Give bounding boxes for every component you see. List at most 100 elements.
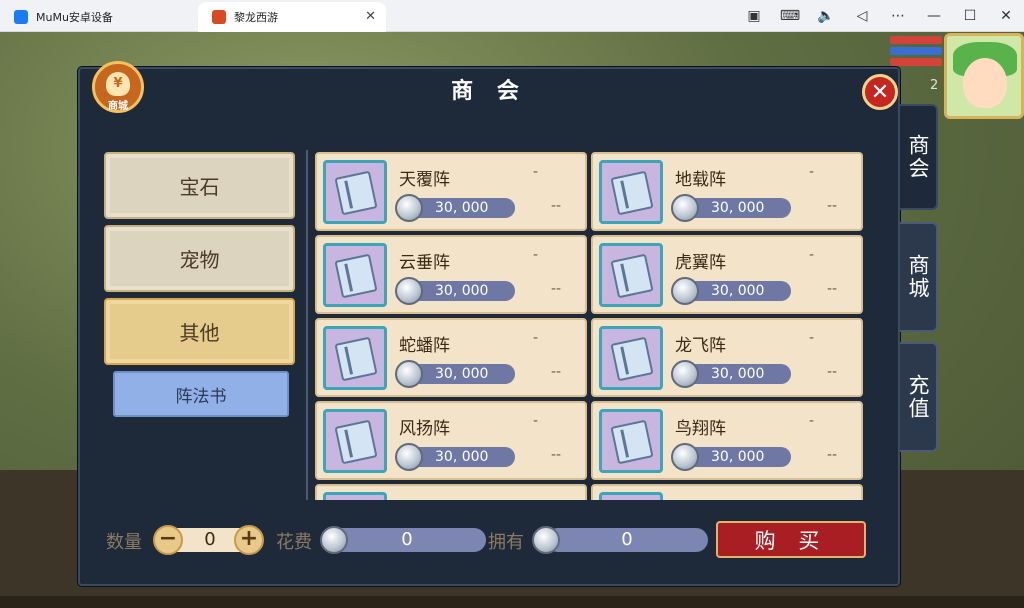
hp-bar bbox=[890, 36, 942, 44]
silver-coin-icon bbox=[320, 526, 348, 554]
more-icon[interactable]: ⋯ bbox=[880, 0, 916, 32]
buy-button[interactable]: 购 买 bbox=[716, 521, 866, 558]
game-icon bbox=[212, 10, 226, 24]
item-name: 风扬阵 bbox=[399, 419, 450, 439]
tab-label: MuMu安卓设备 bbox=[36, 11, 113, 24]
avatar-face bbox=[963, 58, 1007, 108]
close-icon[interactable]: ✕ bbox=[988, 0, 1024, 32]
tab-close-icon[interactable]: ✕ bbox=[365, 9, 376, 24]
item-name: 天覆阵 bbox=[399, 170, 450, 190]
tab-game[interactable]: 黎龙西游 ✕ bbox=[198, 2, 386, 32]
silver-coin-icon bbox=[671, 360, 699, 388]
item-name: 地载阵 bbox=[675, 170, 726, 190]
item-limit: -- bbox=[827, 198, 838, 214]
item-stock: - bbox=[533, 413, 539, 429]
item-name: 鸟翔阵 bbox=[675, 419, 726, 439]
owned-value: 0 bbox=[546, 528, 708, 552]
item-name: 蛇蟠阵 bbox=[399, 336, 450, 356]
item-card[interactable]: 虎翼阵 - 30, 000 -- bbox=[591, 235, 863, 314]
formation-book-icon bbox=[323, 160, 387, 224]
item-name: 虎翼阵 bbox=[675, 253, 726, 273]
formation-book-icon bbox=[599, 409, 663, 473]
volume-icon[interactable]: 🔈 bbox=[808, 0, 844, 32]
status-bars bbox=[890, 36, 942, 69]
silver-coin-icon bbox=[671, 194, 699, 222]
book-icon bbox=[610, 170, 654, 216]
item-stock: - bbox=[533, 247, 539, 263]
item-name: 云垂阵 bbox=[399, 253, 450, 273]
shop-emblem: ¥ 商城 bbox=[92, 61, 144, 113]
item-stock: - bbox=[809, 247, 815, 263]
item-stock: - bbox=[809, 330, 815, 346]
item-limit: -- bbox=[827, 447, 838, 463]
item-card[interactable] bbox=[315, 484, 587, 500]
increase-quantity-button[interactable]: + bbox=[234, 525, 264, 555]
formation-book-icon bbox=[599, 160, 663, 224]
item-card[interactable]: 云垂阵 - 30, 000 -- bbox=[315, 235, 587, 314]
mumu-icon bbox=[14, 10, 28, 24]
formation-book-icon bbox=[599, 243, 663, 307]
silver-coin-icon bbox=[395, 277, 423, 305]
player-level: 2 bbox=[930, 78, 939, 93]
silver-coin-icon bbox=[671, 443, 699, 471]
formation-book-icon bbox=[323, 492, 387, 500]
item-card[interactable]: 地载阵 - 30, 000 -- bbox=[591, 152, 863, 231]
close-panel-button[interactable]: ✕ bbox=[862, 74, 898, 110]
back-icon[interactable]: ◁ bbox=[844, 0, 880, 32]
book-icon bbox=[334, 170, 378, 216]
tab-shop-guild[interactable]: 商会 bbox=[900, 104, 938, 210]
book-icon bbox=[334, 336, 378, 382]
cost-label: 花费 bbox=[276, 532, 312, 553]
tab-recharge[interactable]: 充值 bbox=[900, 342, 938, 452]
item-limit: -- bbox=[827, 364, 838, 380]
item-limit: -- bbox=[551, 447, 562, 463]
item-limit: -- bbox=[551, 281, 562, 297]
item-card[interactable]: 风扬阵 - 30, 000 -- bbox=[315, 401, 587, 480]
item-card[interactable] bbox=[591, 484, 863, 500]
book-icon bbox=[610, 336, 654, 382]
item-stock: - bbox=[533, 164, 539, 180]
emblem-label: 商城 bbox=[108, 101, 128, 112]
item-limit: -- bbox=[551, 198, 562, 214]
item-card[interactable]: 龙飞阵 - 30, 000 -- bbox=[591, 318, 863, 397]
item-stock: - bbox=[809, 413, 815, 429]
browser-chrome: MuMu安卓设备 黎龙西游 ✕ ▣ ⌨ 🔈 ◁ ⋯ — ☐ ✕ bbox=[0, 0, 1024, 32]
minimize-icon[interactable]: — bbox=[916, 0, 952, 32]
game-bottom-bar bbox=[0, 596, 1024, 608]
maximize-icon[interactable]: ☐ bbox=[952, 0, 988, 32]
item-card[interactable]: 蛇蟠阵 - 30, 000 -- bbox=[315, 318, 587, 397]
item-limit: -- bbox=[551, 364, 562, 380]
tab-mall[interactable]: 商城 bbox=[900, 222, 938, 332]
silver-coin-icon bbox=[395, 360, 423, 388]
silver-coin-icon bbox=[395, 194, 423, 222]
quantity-label: 数量 bbox=[106, 532, 142, 553]
keyboard-icon[interactable]: ⌨ bbox=[772, 0, 808, 32]
item-card[interactable]: 鸟翔阵 - 30, 000 -- bbox=[591, 401, 863, 480]
category-other[interactable]: 其他 bbox=[104, 298, 295, 365]
tab-label: 黎龙西游 bbox=[234, 11, 278, 24]
formation-book-icon bbox=[323, 243, 387, 307]
tab-mumu-device[interactable]: MuMu安卓设备 bbox=[0, 2, 198, 32]
formation-book-icon bbox=[599, 492, 663, 500]
category-gems[interactable]: 宝石 bbox=[104, 152, 295, 219]
subcategory-formation-books[interactable]: 阵法书 bbox=[113, 371, 289, 417]
item-stock: - bbox=[809, 164, 815, 180]
item-card[interactable]: 天覆阵 - 30, 000 -- bbox=[315, 152, 587, 231]
item-limit: -- bbox=[827, 281, 838, 297]
formation-book-icon bbox=[323, 326, 387, 390]
item-stock: - bbox=[533, 330, 539, 346]
formation-book-icon bbox=[323, 409, 387, 473]
screenshot-icon[interactable]: ▣ bbox=[736, 0, 772, 32]
book-icon bbox=[610, 253, 654, 299]
hp-bar-secondary bbox=[890, 58, 942, 66]
cost-value: 0 bbox=[328, 528, 486, 552]
item-list[interactable]: 天覆阵 - 30, 000 -- 地载阵 - 30, 000 -- 云垂阵 - … bbox=[306, 150, 872, 500]
money-bag-icon: ¥ bbox=[106, 72, 130, 96]
decrease-quantity-button[interactable]: − bbox=[153, 525, 183, 555]
window-toolbar: ▣ ⌨ 🔈 ◁ ⋯ — ☐ ✕ bbox=[736, 0, 1024, 32]
book-icon bbox=[334, 253, 378, 299]
panel-title: 商 会 bbox=[451, 79, 527, 104]
category-pets[interactable]: 宠物 bbox=[104, 225, 295, 292]
player-avatar[interactable] bbox=[944, 33, 1024, 119]
formation-book-icon bbox=[599, 326, 663, 390]
